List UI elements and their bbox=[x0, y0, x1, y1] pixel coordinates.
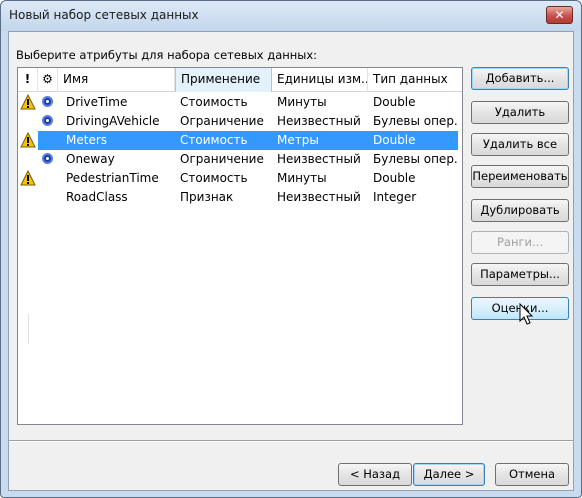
name-cell: DriveTime bbox=[66, 95, 128, 109]
usage-cell: Признак bbox=[180, 190, 234, 204]
units-cell: Неизвестный bbox=[277, 114, 361, 128]
cancel-button[interactable]: Отмена bbox=[495, 463, 569, 486]
add-button[interactable]: Добавить... bbox=[471, 67, 569, 90]
type-cell: Булевы опер... bbox=[373, 152, 459, 166]
parameters-button[interactable]: Параметры... bbox=[471, 263, 569, 286]
prompt-label: Выберите атрибуты для набора сетевых дан… bbox=[16, 48, 318, 62]
type-cell: Integer bbox=[373, 190, 417, 204]
footer-separator bbox=[9, 440, 573, 442]
list-header: ! ⚙ Имя Применение Единицы изм... Тип да… bbox=[18, 68, 462, 92]
name-cell: PedestrianTime bbox=[66, 171, 159, 185]
units-cell: Неизвестный bbox=[277, 190, 361, 204]
header-units-column[interactable]: Единицы изм... bbox=[272, 68, 368, 92]
usage-cell: Ограничение bbox=[180, 114, 264, 128]
window-title: Новый набор сетевых данных bbox=[9, 8, 199, 22]
units-cell: Минуты bbox=[277, 171, 327, 185]
next-button[interactable]: Далее > bbox=[413, 463, 485, 486]
header-evaluator-column[interactable]: ⚙ bbox=[38, 68, 58, 92]
duplicate-button[interactable]: Дублировать bbox=[471, 199, 569, 222]
type-cell: Double bbox=[373, 133, 416, 147]
header-warning-column[interactable]: ! bbox=[18, 68, 38, 92]
table-row[interactable]: RoadClass Признак Неизвестный Integer bbox=[18, 188, 462, 207]
gear-icon bbox=[42, 115, 53, 126]
type-cell: Double bbox=[373, 171, 416, 185]
title-bar[interactable]: Новый набор сетевых данных ✕ bbox=[1, 1, 581, 31]
gear-icon bbox=[42, 96, 53, 107]
type-cell: Double bbox=[373, 95, 416, 109]
back-button[interactable]: < Назад bbox=[338, 463, 412, 486]
units-cell: Неизвестный bbox=[277, 152, 361, 166]
ranges-button[interactable]: Ранги... bbox=[471, 231, 569, 254]
usage-cell: Стоимость bbox=[180, 95, 248, 109]
header-type-column[interactable]: Тип данных bbox=[368, 68, 462, 92]
close-button[interactable]: ✕ bbox=[546, 6, 573, 24]
name-cell: DrivingAVehicle bbox=[66, 114, 160, 128]
warning-icon bbox=[20, 94, 36, 110]
gear-icon bbox=[42, 153, 53, 164]
dialog-client-area: Выберите атрибуты для набора сетевых дан… bbox=[8, 31, 574, 491]
units-cell: Минуты bbox=[277, 95, 327, 109]
table-row[interactable]: DrivingAVehicle Ограничение Неизвестный Бул… bbox=[18, 112, 462, 131]
header-usage-column[interactable]: Применение bbox=[175, 68, 272, 92]
remove-button[interactable]: Удалить bbox=[471, 101, 569, 124]
warning-icon bbox=[20, 170, 36, 186]
warning-icon bbox=[20, 132, 36, 148]
rename-button[interactable]: Переименовать bbox=[471, 165, 569, 188]
table-row[interactable]: PedestrianTime Стоимость Минуты Double bbox=[18, 169, 462, 188]
usage-cell: Ограничение bbox=[180, 152, 264, 166]
units-cell: Метры bbox=[277, 133, 319, 147]
table-row[interactable]: Oneway Ограничение Неизвестный Булевы опер.… bbox=[18, 150, 462, 169]
name-cell: RoadClass bbox=[66, 190, 128, 204]
list-divider-mark bbox=[28, 314, 29, 344]
dialog-window: Новый набор сетевых данных ✕ Выберите ат… bbox=[0, 0, 582, 498]
usage-cell: Стоимость bbox=[180, 133, 248, 147]
remove-all-button[interactable]: Удалить все bbox=[471, 133, 569, 156]
name-cell: Meters bbox=[66, 133, 108, 147]
attributes-list[interactable]: ! ⚙ Имя Применение Единицы изм... Тип да… bbox=[17, 67, 463, 425]
table-row[interactable]: DriveTime Стоимость Минуты Double bbox=[18, 93, 462, 112]
mouse-pointer-icon bbox=[519, 303, 534, 325]
usage-cell: Стоимость bbox=[180, 171, 248, 185]
name-cell: Oneway bbox=[66, 152, 115, 166]
type-cell: Булевы опер... bbox=[373, 114, 459, 128]
header-name-column[interactable]: Имя bbox=[58, 68, 175, 92]
table-row[interactable]: Meters Стоимость Метры Double bbox=[18, 131, 462, 150]
